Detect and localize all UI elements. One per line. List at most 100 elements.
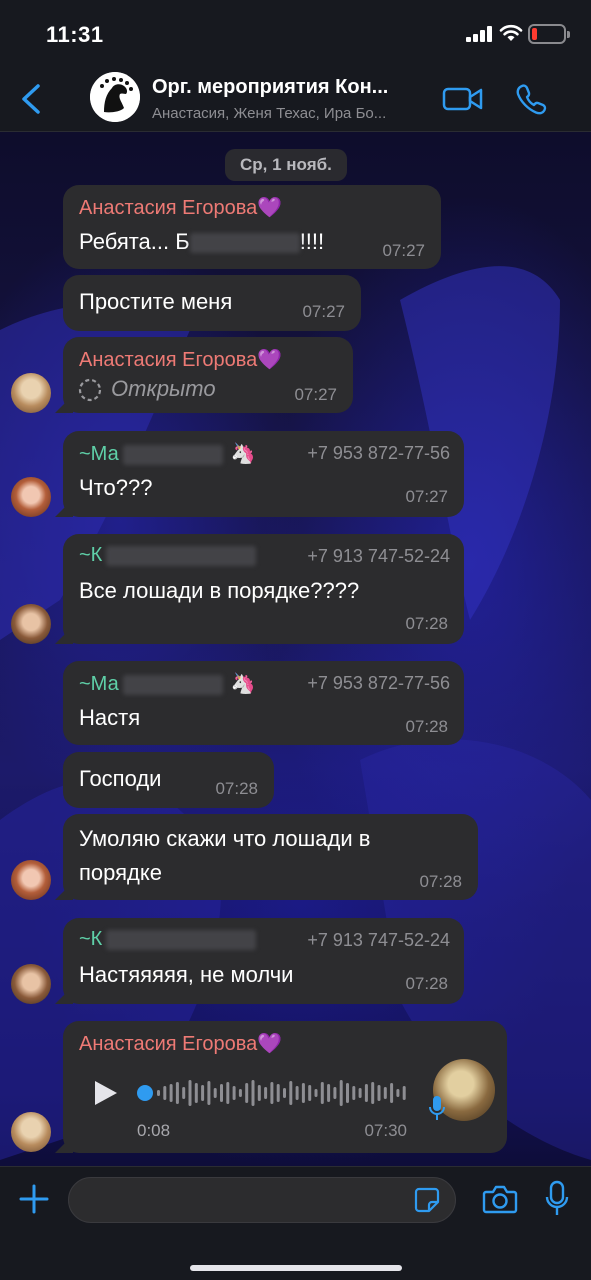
waveform-bar [396,1089,400,1097]
message-text: Простите меня [79,289,233,314]
microphone-icon[interactable] [545,1180,569,1218]
waveform-bar [371,1082,375,1104]
sender-name[interactable]: ~Ма 🦄 [79,671,256,696]
horse-logo-icon [90,72,140,122]
redacted-text [189,233,300,254]
message-time: 07:30 [364,1121,407,1140]
sender-name-text: ~К [79,928,103,950]
waveform-bar [308,1085,312,1101]
waveform-bar [194,1083,198,1103]
group-avatar[interactable] [90,72,140,122]
date-separator: Ср, 1 нояб. [225,149,347,181]
waveform-bar [358,1088,362,1098]
message-bubble[interactable]: Господи 07:28 [63,752,274,808]
waveform-bar [295,1086,299,1100]
waveform-bar [220,1084,223,1102]
group-members[interactable]: Анастасия, Женя Техас, Ира Бо... [152,105,437,122]
message-time: 07:27 [405,487,448,506]
chat-screen: 11:31 Орг. мероприятия Кон... Анастасия,… [0,0,591,1280]
voice-waveform[interactable] [137,1073,417,1113]
plus-icon[interactable] [18,1183,50,1215]
playback-position-dot[interactable] [137,1085,153,1101]
sender-name-text: ~К [79,544,103,566]
sender-phone[interactable]: +7 913 747-52-24 [307,930,450,951]
message-bubble[interactable]: ~К +7 913 747-52-24 Все лошади в порядке… [63,534,464,644]
message-time: 07:27 [382,241,425,260]
message-bubble[interactable]: ~Ма 🦄 +7 953 872-77-56 Что??? 07:27 [63,431,464,517]
status-bar: 11:31 [0,0,591,66]
waveform-bar [251,1080,255,1106]
waveform-bar [213,1088,217,1098]
message-text: Умоляю скажи что лошади в порядке [79,826,371,885]
message-bubble[interactable]: Умоляю скажи что лошади в порядке 07:28 [63,814,478,900]
sender-name[interactable]: Анастасия Егорова💜 [79,1031,282,1056]
waveform-bar [207,1081,211,1105]
message-text: Ребята... Б!!!! [79,229,324,255]
waveform-bar [314,1089,318,1097]
message-time: 07:28 [405,717,448,736]
waveform-bar [169,1084,173,1102]
message-bubble[interactable]: Простите меня 07:27 [63,275,361,331]
sender-name[interactable]: ~К [79,928,257,951]
waveform-bar [346,1083,349,1103]
waveform-bar [301,1083,305,1103]
group-title[interactable]: Орг. мероприятия Кон... [152,76,437,99]
message-time: 07:28 [215,779,258,798]
waveform-bar [339,1080,343,1106]
sender-phone[interactable]: +7 953 872-77-56 [307,443,450,464]
message-time: 07:28 [405,614,448,633]
view-once-icon [78,378,102,402]
message-time: 07:28 [405,974,448,993]
avatar[interactable] [11,964,51,1004]
message-bubble[interactable]: Анастасия Егорова💜 Ребята... Б!!!! 07:27 [63,185,441,269]
waveform-bar [320,1082,324,1104]
sender-name[interactable]: ~Ма 🦄 [79,441,256,466]
message-bubble[interactable]: ~Ма 🦄 +7 953 872-77-56 Настя 07:28 [63,661,464,745]
voice-message-bubble[interactable]: Анастасия Егорова💜 0:08 07:30 [63,1021,507,1153]
sender-name[interactable]: Анастасия Егорова💜 [79,347,282,372]
chat-header: Орг. мероприятия Кон... Анастасия, Женя … [0,66,591,132]
message-bubble[interactable]: Анастасия Егорова💜 Открыто 07:27 [63,337,353,413]
battery-icon [528,24,570,44]
sender-name[interactable]: Анастасия Егорова💜 [79,195,282,220]
video-camera-icon[interactable] [442,84,484,114]
message-text: Открыто [111,376,216,401]
waveform-bar [270,1082,274,1104]
voice-duration: 0:08 [137,1121,171,1140]
waveform-bar [352,1086,356,1100]
avatar[interactable] [11,477,51,517]
message-input-bar [0,1166,591,1280]
sender-name[interactable]: ~К [79,544,257,567]
waveform-bar [188,1080,192,1106]
waveform-bar [390,1083,394,1103]
camera-icon[interactable] [482,1184,518,1214]
waveform-bar [201,1085,205,1101]
avatar[interactable] [11,860,51,900]
waveform-bar [402,1086,406,1100]
wifi-icon [499,24,523,41]
message-input[interactable] [68,1177,456,1223]
status-time: 11:31 [46,22,104,47]
waveform-bar [364,1084,368,1102]
message-text-end: !!!! [299,229,325,254]
play-icon[interactable] [93,1079,119,1107]
message-bubble[interactable]: ~К +7 913 747-52-24 Настяяяяя, не молчи … [63,918,464,1004]
phone-icon[interactable] [514,82,548,116]
sender-phone[interactable]: +7 953 872-77-56 [307,673,450,694]
cellular-signal-icon [466,26,492,42]
avatar[interactable] [11,1112,51,1152]
message-text: Настяяяяя, не молчи [79,962,294,987]
waveform-bar [276,1084,280,1102]
chevron-left-icon[interactable] [12,78,52,120]
avatar[interactable] [11,373,51,413]
avatar[interactable] [11,604,51,644]
waveform-bar [182,1087,186,1099]
sticker-icon[interactable] [414,1187,440,1213]
message-time: 07:27 [302,302,345,321]
battery-level [532,28,537,40]
waveform-bar [264,1087,268,1099]
home-indicator[interactable] [190,1265,402,1271]
message-text-start: Ребята... Б [79,229,190,254]
sender-phone[interactable]: +7 913 747-52-24 [307,546,450,567]
redacted-text [122,444,223,465]
